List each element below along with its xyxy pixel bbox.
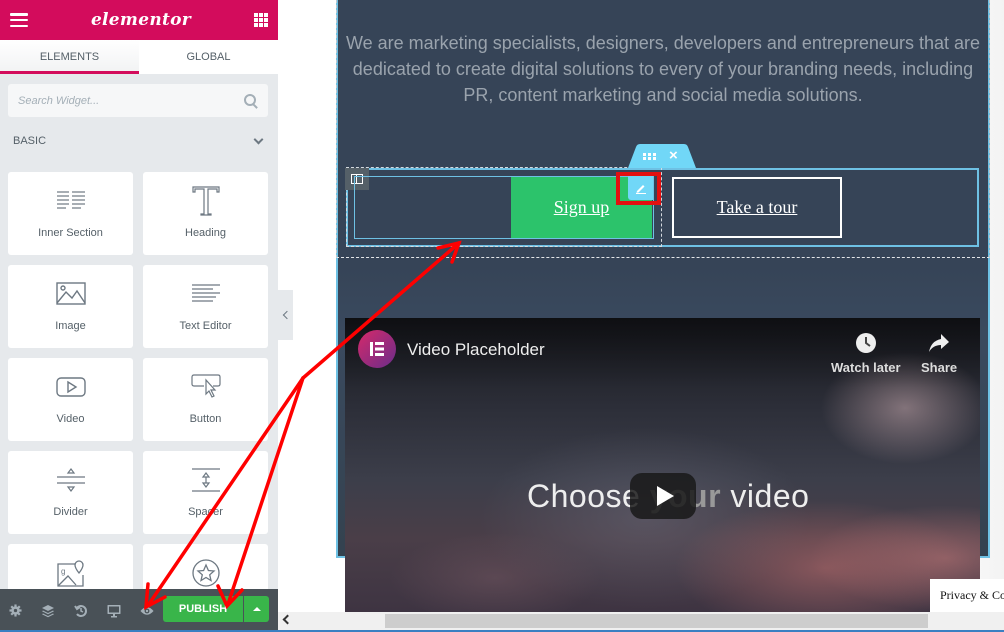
widget-label: Video — [56, 413, 85, 425]
video-embed[interactable]: Video Placeholder Watch later Share Choo… — [345, 318, 980, 612]
google-maps-icon: g — [56, 558, 86, 588]
preview-eye-icon[interactable] — [140, 604, 154, 618]
spacer-icon — [191, 465, 221, 495]
chevron-down-icon — [253, 134, 264, 144]
inner-section-icon — [56, 186, 86, 216]
navigator-layers-icon[interactable] — [41, 604, 55, 618]
widget-label: Spacer — [188, 506, 223, 518]
search-widget-box — [8, 84, 268, 117]
tab-elements[interactable]: ELEMENTS — [0, 40, 139, 74]
widget-spacer[interactable]: Spacer — [143, 451, 268, 534]
share-icon — [928, 330, 950, 356]
video-title[interactable]: Video Placeholder — [407, 340, 545, 360]
scroll-left-icon[interactable] — [282, 614, 293, 625]
widget-handle-tab[interactable]: × — [628, 144, 696, 168]
search-icon[interactable] — [244, 93, 258, 108]
widget-label: Text Editor — [179, 320, 232, 332]
overlay-text-part: video — [721, 478, 810, 514]
publish-button[interactable]: PUBLISH — [163, 596, 243, 622]
widget-label: Inner Section — [38, 227, 103, 239]
play-button[interactable] — [630, 473, 696, 519]
take-a-tour-button[interactable]: Take a tour — [672, 177, 842, 238]
widget-label: Heading — [185, 227, 226, 239]
elementor-e-icon — [370, 342, 384, 356]
menu-hamburger-icon[interactable] — [10, 13, 28, 27]
pencil-icon — [635, 185, 646, 194]
collapse-panel-handle[interactable] — [278, 290, 293, 340]
publish-options-button[interactable] — [244, 596, 269, 622]
widget-label: Image — [55, 320, 86, 332]
watch-later-label: Watch later — [831, 360, 901, 375]
close-icon[interactable]: × — [669, 147, 678, 164]
share-button[interactable]: Share — [921, 330, 957, 375]
elementor-panel: elementor ELEMENTS GLOBAL BASIC Inner Se… — [0, 0, 278, 632]
button-icon — [190, 372, 221, 402]
widget-button[interactable]: Button — [143, 358, 268, 441]
settings-icon[interactable] — [8, 604, 22, 618]
history-icon[interactable] — [74, 604, 88, 618]
scrollbar-thumb[interactable] — [385, 614, 928, 628]
widgets-grid-icon[interactable] — [253, 13, 268, 27]
channel-avatar[interactable] — [358, 330, 396, 368]
heading-icon — [191, 186, 220, 216]
widget-inner-section[interactable]: Inner Section — [8, 172, 133, 255]
star-icon — [191, 558, 221, 588]
horizontal-scrollbar[interactable] — [278, 612, 1004, 630]
share-label: Share — [921, 360, 958, 375]
watch-later-button[interactable]: Watch later — [831, 330, 901, 375]
responsive-mode-icon[interactable] — [107, 604, 121, 618]
panel-tabs: ELEMENTS GLOBAL — [0, 40, 278, 74]
caret-up-icon — [252, 607, 261, 611]
category-title: BASIC — [13, 135, 47, 147]
widget-image[interactable]: Image — [8, 265, 133, 348]
divider-icon — [56, 465, 86, 495]
image-icon — [55, 279, 86, 309]
widget-text-editor[interactable]: Text Editor — [143, 265, 268, 348]
elementor-logo: elementor — [90, 10, 192, 30]
drag-handle-icon[interactable] — [643, 153, 657, 160]
category-basic-header[interactable]: BASIC — [13, 133, 265, 149]
privacy-cookies-notice[interactable]: Privacy & Cookies — [930, 579, 1004, 612]
widget-heading[interactable]: Heading — [143, 172, 268, 255]
widget-video[interactable]: Video — [8, 358, 133, 441]
widget-divider[interactable]: Divider — [8, 451, 133, 534]
clock-icon — [855, 330, 877, 356]
svg-text:g: g — [61, 567, 65, 576]
video-icon — [55, 372, 86, 402]
widget-label: Button — [189, 413, 222, 425]
search-widget-input[interactable] — [18, 94, 244, 107]
text-editor-icon — [191, 279, 221, 309]
chevron-left-icon — [282, 310, 292, 320]
elementor-editor: elementor ELEMENTS GLOBAL BASIC Inner Se… — [0, 0, 1004, 632]
edit-widget-button[interactable] — [628, 176, 653, 200]
widget-label: Divider — [53, 506, 88, 518]
intro-paragraph: We are marketing specialists, designers,… — [345, 33, 980, 105]
panel-header: elementor — [0, 0, 278, 40]
widget-grid: Inner Section Heading Image Text Editor — [8, 172, 270, 627]
tab-global[interactable]: GLOBAL — [139, 40, 278, 74]
play-icon — [656, 486, 674, 506]
